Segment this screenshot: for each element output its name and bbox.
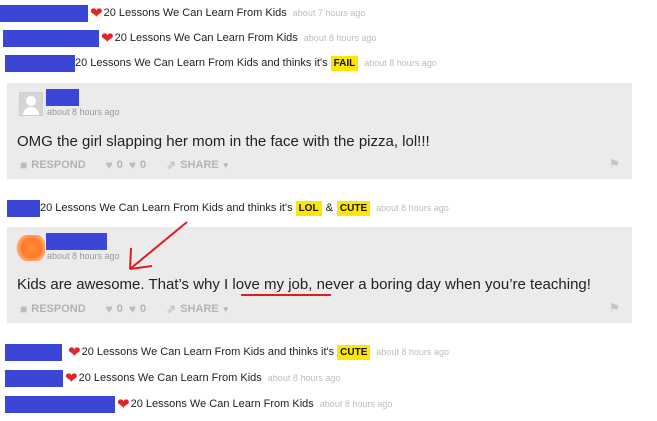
- comment-text: OMG the girl slapping her mom in the fac…: [17, 133, 430, 150]
- activity-row: ❤ 20 Lessons We Can Learn From Kids abou…: [0, 394, 392, 414]
- like-button[interactable]: ♥ 0: [106, 302, 123, 316]
- heart-icon: ❤: [90, 4, 103, 22]
- activity-text[interactable]: 20 Lessons We Can Learn From Kids: [79, 372, 262, 384]
- broken-heart-icon: ♥: [128, 302, 137, 316]
- heart-icon: ❤: [117, 395, 130, 413]
- activity-text[interactable]: 20 Lessons We Can Learn From Kids and th…: [40, 202, 293, 214]
- chevron-down-icon: ▼: [221, 160, 230, 170]
- activity-row: ❤ 20 Lessons We Can Learn From Kids and …: [0, 342, 449, 362]
- activity-time: about 8 hours ago: [303, 33, 377, 43]
- activity-text[interactable]: 20 Lessons We Can Learn From Kids: [104, 7, 287, 19]
- dislike-button[interactable]: ♥ 0: [129, 158, 146, 172]
- heart-icon: ❤: [65, 369, 78, 387]
- fail-badge: FAIL: [330, 55, 359, 71]
- annotation-underline: [241, 294, 331, 296]
- share-button[interactable]: ⇗ SHARE ▼: [166, 302, 230, 316]
- heart-icon: ❤: [101, 29, 114, 47]
- comment-actions: ■ RESPOND ♥ 0 ♥ 0 ⇗ SHARE ▼: [20, 158, 230, 172]
- dislike-button[interactable]: ♥ 0: [129, 302, 146, 316]
- activity-text[interactable]: 20 Lessons We Can Learn From Kids: [115, 32, 298, 44]
- heart-outline-icon: ♥: [105, 302, 113, 316]
- redacted-username: [3, 29, 99, 47]
- redacted-username: [46, 233, 107, 250]
- like-count: 0: [116, 159, 123, 171]
- activity-text[interactable]: 20 Lessons We Can Learn From Kids and th…: [75, 57, 328, 69]
- activity-text[interactable]: 20 Lessons We Can Learn From Kids and th…: [82, 346, 335, 358]
- activity-time: about 7 hours ago: [292, 8, 366, 18]
- share-button[interactable]: ⇗ SHARE ▼: [166, 158, 230, 172]
- chevron-down-icon: ▼: [221, 304, 230, 314]
- flag-icon[interactable]: ⚑: [609, 301, 620, 315]
- activity-time: about 8 hours ago: [267, 373, 341, 383]
- heart-outline-icon: ♥: [105, 158, 113, 172]
- user-avatar[interactable]: [15, 235, 45, 261]
- redacted-username: [5, 343, 62, 361]
- activity-text[interactable]: 20 Lessons We Can Learn From Kids: [131, 398, 314, 410]
- comment-time: about 8 hours ago: [47, 251, 120, 261]
- share-label: SHARE: [180, 303, 219, 315]
- comment-actions: ■ RESPOND ♥ 0 ♥ 0 ⇗ SHARE ▼: [20, 302, 230, 316]
- activity-time: about 8 hours ago: [364, 58, 437, 68]
- comment-icon: ■: [20, 302, 28, 316]
- activity-row: 20 Lessons We Can Learn From Kids and th…: [0, 198, 449, 218]
- like-button[interactable]: ♥ 0: [106, 158, 123, 172]
- flag-icon[interactable]: ⚑: [609, 157, 620, 171]
- activity-row: ❤ 20 Lessons We Can Learn From Kids abou…: [0, 368, 340, 388]
- comment-time: about 8 hours ago: [47, 107, 120, 117]
- share-icon: ⇗: [166, 302, 177, 316]
- broken-heart-icon: ♥: [128, 158, 137, 172]
- ampersand: &: [325, 202, 333, 214]
- dislike-count: 0: [140, 303, 147, 315]
- redacted-username: [5, 369, 63, 387]
- activity-row: ❤ 20 Lessons We Can Learn From Kids abou…: [0, 28, 376, 48]
- redacted-username: [0, 4, 88, 22]
- like-count: 0: [116, 303, 123, 315]
- comment-card: about 8 hours ago Kids are awesome. That…: [7, 227, 632, 323]
- default-avatar[interactable]: [19, 92, 43, 116]
- activity-time: about 8 hours ago: [376, 203, 449, 213]
- respond-button[interactable]: ■ RESPOND: [20, 302, 86, 316]
- comment-text: Kids are awesome. That’s why I love my j…: [17, 276, 591, 293]
- share-label: SHARE: [180, 159, 219, 171]
- activity-time: about 8 hours ago: [319, 399, 393, 409]
- activity-row: ❤ 20 Lessons We Can Learn From Kids abou…: [0, 3, 365, 23]
- lol-badge: LOL: [295, 200, 322, 216]
- respond-button[interactable]: ■ RESPOND: [20, 158, 86, 172]
- respond-label: RESPOND: [31, 159, 86, 171]
- heart-icon: ❤: [68, 343, 81, 361]
- redacted-username: [5, 54, 75, 72]
- redacted-username: [7, 199, 40, 217]
- comment-icon: ■: [20, 158, 28, 172]
- comment-card: about 8 hours ago OMG the girl slapping …: [7, 83, 632, 179]
- cute-badge: CUTE: [337, 344, 371, 360]
- activity-row: 20 Lessons We Can Learn From Kids and th…: [0, 53, 437, 73]
- activity-time: about 8 hours ago: [376, 347, 449, 357]
- dislike-count: 0: [140, 159, 147, 171]
- redacted-username: [46, 89, 79, 106]
- share-icon: ⇗: [166, 158, 177, 172]
- redacted-username: [5, 395, 115, 413]
- respond-label: RESPOND: [31, 303, 86, 315]
- cute-badge: CUTE: [336, 200, 371, 216]
